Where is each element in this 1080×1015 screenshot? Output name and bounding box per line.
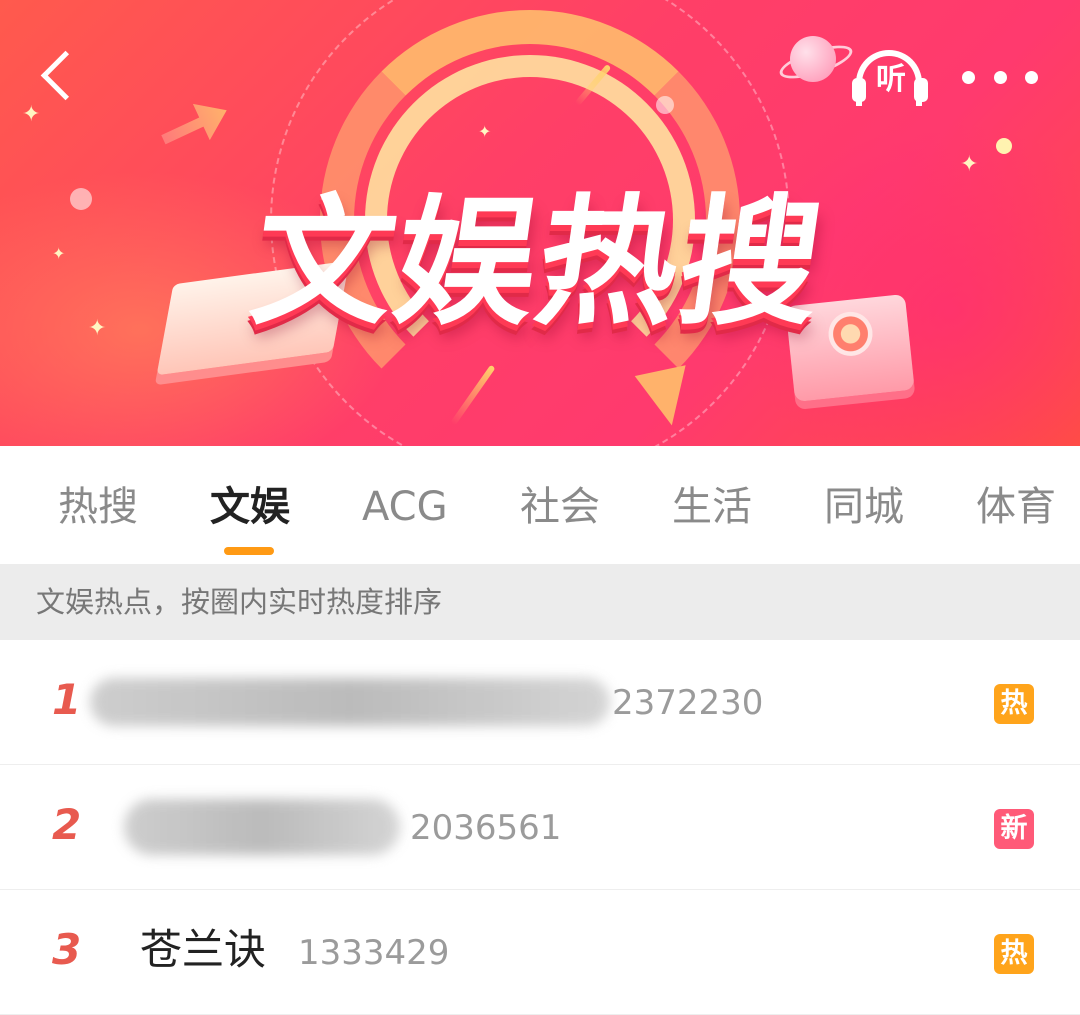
heat-count: 1333429 [298,933,450,973]
obscured-title-mask [124,799,400,855]
heat-count: 2372230 [612,683,764,723]
tab-local[interactable]: 同城 [824,482,904,532]
list-item[interactable]: 2 2036561 新 [0,765,1080,890]
headphones-icon [914,78,928,102]
more-dot-icon [962,70,975,84]
tab-hot-search[interactable]: 热搜 [58,482,138,532]
listen-button[interactable]: 听 [852,46,932,106]
tab-sports[interactable]: 体育 [976,482,1056,532]
cone-decoration [634,365,698,431]
header-banner: ✦ ✦ ✦ ✦ ✦ 文娱热搜 听 [0,0,1080,446]
list-item[interactable]: 1 2372230 热 [0,640,1080,765]
list-item[interactable]: 3 苍兰诀 1333429 热 [0,890,1080,1015]
headphones-icon [852,78,866,102]
ranking-hint-bar: 文娱热点，按圈内实时热度排序 [0,564,1080,640]
category-tabs: 热搜 文娱 ACG 社会 生活 同城 体育 [0,446,1080,564]
chevron-left-icon [40,50,91,101]
tab-entertainment[interactable]: 文娱 [210,482,290,532]
banner-decoration [656,96,674,114]
hot-badge: 热 [994,684,1034,724]
tab-society[interactable]: 社会 [520,482,600,532]
tab-life[interactable]: 生活 [672,482,752,532]
sparkle-icon: ✦ [478,122,492,141]
heat-count: 2036561 [410,808,562,848]
back-button[interactable] [34,48,91,102]
planet-decoration [790,36,836,82]
more-dot-icon [1025,70,1038,84]
ranking-hint-text: 文娱热点，按圈内实时热度排序 [36,585,443,619]
active-tab-indicator [224,547,274,555]
tab-acg[interactable]: ACG [362,482,448,532]
listen-label: 听 [876,62,906,97]
item-title: 苍兰诀 [140,925,267,974]
obscured-title-mask [90,678,610,726]
more-dot-icon [993,70,1007,84]
sparkle-icon: ✦ [22,102,41,127]
more-options-button[interactable] [962,64,1038,90]
hot-badge: 热 [994,934,1034,974]
rank-number: 2 [52,800,82,849]
new-badge: 新 [994,809,1034,849]
rank-number: 3 [52,925,82,974]
banner-title: 文娱热搜 [242,182,834,345]
